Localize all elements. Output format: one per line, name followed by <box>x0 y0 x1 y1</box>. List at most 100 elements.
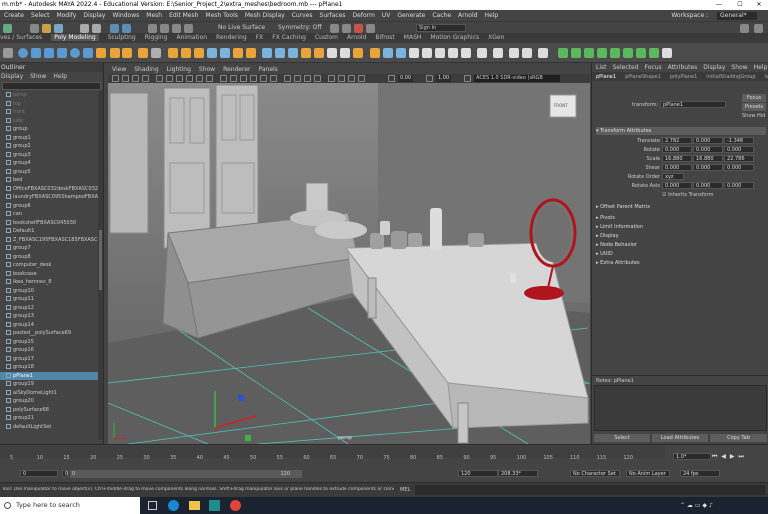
exposure-icon[interactable] <box>388 75 395 82</box>
offset-edge-loop-icon[interactable] <box>327 48 337 58</box>
collapse-icon[interactable] <box>370 48 380 58</box>
xray-icon[interactable] <box>338 75 345 82</box>
rotate-axis-x-field[interactable]: 0.000 <box>662 182 692 189</box>
minimize-button[interactable]: — <box>712 0 726 10</box>
textured-icon[interactable] <box>250 75 257 82</box>
outliner-item[interactable]: top <box>0 100 103 109</box>
section-pivots[interactable]: ▸ Pivots <box>596 214 766 222</box>
ae-menu-selected[interactable]: Selected <box>613 64 639 71</box>
edge-browser-icon[interactable] <box>168 500 179 511</box>
shelf-tab-fx[interactable]: FX <box>256 34 264 41</box>
select-hierarchy-icon[interactable] <box>110 24 119 33</box>
rotate-axis-y-field[interactable]: 0.000 <box>693 182 723 189</box>
shear-y-field[interactable]: 0.000 <box>693 164 723 171</box>
snap-point-icon[interactable] <box>172 24 181 33</box>
outliner-menu-help[interactable]: Help <box>53 73 67 80</box>
shelf-tab-motion-graphics[interactable]: Motion Graphics <box>430 34 479 41</box>
settings-icon[interactable] <box>740 24 749 33</box>
shelf-tab-sculpting[interactable]: Sculpting <box>108 34 136 41</box>
scene-start-field[interactable]: 0 <box>20 470 58 477</box>
outliner-item[interactable]: side <box>0 117 103 126</box>
outliner-item[interactable]: group2 <box>0 142 103 151</box>
fps-dropdown[interactable]: 24 fps <box>680 470 720 477</box>
snap-plane-icon[interactable] <box>184 24 193 33</box>
bookmarks-icon[interactable] <box>132 75 139 82</box>
render-frame-icon[interactable] <box>330 24 339 33</box>
shear-x-field[interactable]: 0.000 <box>662 164 692 171</box>
ae-menu-attributes[interactable]: Attributes <box>668 64 698 71</box>
outliner-item[interactable]: group21 <box>0 414 103 423</box>
notes-textarea[interactable] <box>594 385 767 431</box>
wireframe-on-shaded-icon[interactable] <box>240 75 247 82</box>
crease-icon[interactable] <box>509 48 519 58</box>
scale-z-field[interactable]: 22.786 <box>724 155 754 162</box>
ae-menu-list[interactable]: List <box>596 64 607 71</box>
tab-initialshadinggroup[interactable]: initialShadingGroup <box>706 74 755 80</box>
outliner-item[interactable]: group5 <box>0 168 103 177</box>
taskbar-search[interactable]: Type here to search <box>0 497 140 514</box>
menuset-icon[interactable] <box>3 24 12 33</box>
automatic-uv-icon[interactable] <box>610 48 620 58</box>
grid-icon[interactable] <box>156 75 163 82</box>
smooth-shade-icon[interactable] <box>230 75 237 82</box>
file-explorer-icon[interactable] <box>189 501 200 510</box>
shelf-tab-rendering[interactable]: Rendering <box>216 34 247 41</box>
menu-generate[interactable]: Generate <box>397 12 425 19</box>
wireframe-icon[interactable] <box>220 75 227 82</box>
multi-cut-icon[interactable] <box>288 48 298 58</box>
ae-menu-show[interactable]: Show <box>731 64 747 71</box>
outliner-item[interactable]: polySurface68 <box>0 406 103 415</box>
resolution-gate-icon[interactable] <box>176 75 183 82</box>
section-uuid[interactable]: ▸ UUID <box>596 250 766 258</box>
separate-icon[interactable] <box>181 48 191 58</box>
view-transform-dropdown[interactable]: ACES 1.0 SDR-video (sRGB <box>474 75 560 82</box>
menu-deform[interactable]: Deform <box>353 12 375 19</box>
outliner-item[interactable]: group15 <box>0 338 103 347</box>
isolate-select-icon[interactable] <box>328 75 335 82</box>
outliner-item[interactable]: pPlane1 <box>0 371 103 380</box>
undo-icon[interactable] <box>80 24 89 33</box>
live-surface-label[interactable]: No Live Surface <box>218 24 265 32</box>
workspace-selector[interactable]: Workspace : General* <box>671 10 764 21</box>
soften-edge-icon[interactable] <box>422 48 432 58</box>
outliner-item[interactable]: group4 <box>0 159 103 168</box>
menu-curves[interactable]: Curves <box>292 12 313 19</box>
outliner-item[interactable]: aiSkyDomeLight1 <box>0 389 103 398</box>
shelf-tab-poly-modeling[interactable]: Poly Modeling <box>51 34 99 41</box>
unfold-uv-icon[interactable] <box>636 48 646 58</box>
select-camera-icon[interactable] <box>112 75 119 82</box>
outliner-scrollbar-thumb[interactable] <box>99 230 102 290</box>
cut-uv-icon[interactable] <box>662 48 672 58</box>
outliner-item[interactable]: pasted__polySurface69 <box>0 329 103 338</box>
tab-lambert[interactable]: lam <box>765 74 768 80</box>
gate-mask-icon[interactable] <box>186 75 193 82</box>
section-limit-information[interactable]: ▸ Limit Information <box>596 223 766 231</box>
menu-windows[interactable]: Windows <box>112 12 139 19</box>
inherits-transform-checkbox[interactable]: ☑ Inherits Transform <box>662 191 713 199</box>
quad-draw-icon[interactable] <box>340 48 350 58</box>
mirror-icon[interactable] <box>220 48 230 58</box>
save-scene-icon[interactable] <box>54 24 63 33</box>
append-polygon-icon[interactable] <box>353 48 363 58</box>
section-node-behavior[interactable]: ▸ Node Behavior <box>596 241 766 249</box>
maya-app-icon[interactable] <box>209 500 220 511</box>
scale-x-field[interactable]: 16.880 <box>662 155 692 162</box>
outliner-item[interactable]: group <box>0 125 103 134</box>
ae-menu-display[interactable]: Display <box>703 64 725 71</box>
scene-end-field[interactable]: 208.33* <box>498 470 538 477</box>
redo-icon[interactable] <box>92 24 101 33</box>
shelf-tab-bifrost[interactable]: Bifrost <box>375 34 394 41</box>
shelf-menu-icon[interactable] <box>3 48 13 58</box>
outliner-item[interactable]: defaultLightSet <box>0 423 103 432</box>
translate-y-field[interactable]: 0.000 <box>693 137 723 144</box>
use-all-lights-icon[interactable] <box>260 75 267 82</box>
gamma-icon[interactable] <box>426 75 433 82</box>
transform-name-field[interactable]: pPlane1 <box>660 101 726 108</box>
target-weld-icon[interactable] <box>301 48 311 58</box>
outliner-item[interactable]: group17 <box>0 355 103 364</box>
shadows-icon[interactable] <box>270 75 277 82</box>
planar-uv-icon[interactable] <box>571 48 581 58</box>
maximize-button[interactable]: ☐ <box>733 0 747 10</box>
combine-icon[interactable] <box>168 48 178 58</box>
poly-cylinder-icon[interactable] <box>44 48 54 58</box>
